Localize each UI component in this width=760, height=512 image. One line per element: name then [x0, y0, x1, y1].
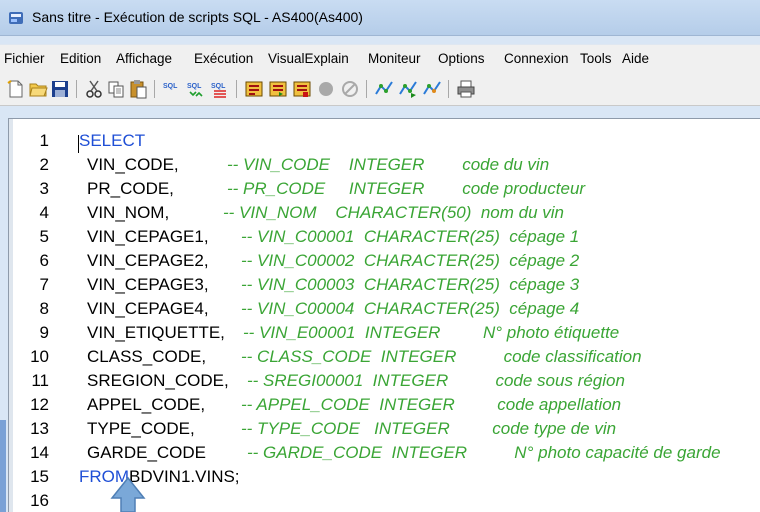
window-edge [0, 420, 6, 512]
line-number: 14 [30, 443, 49, 462]
open-icon[interactable] [28, 79, 48, 99]
sql-comment: -- VIN_E00001 INTEGER N° photo étiquette [243, 323, 620, 342]
menu-fichier[interactable]: Fichier [4, 51, 45, 66]
copy-icon[interactable] [106, 79, 126, 99]
explain-run-icon[interactable] [268, 79, 288, 99]
column-identifier: CLASS_CODE, [87, 347, 207, 366]
line-number: 12 [30, 395, 49, 414]
column-identifier: VIN_NOM, [87, 203, 170, 222]
menu-connexion[interactable]: Connexion [504, 51, 569, 66]
toolbar-separator [154, 80, 155, 98]
sql-comment: -- VIN_C00003 CHARACTER(25) cépage 3 [241, 275, 580, 294]
toolbar-separator [76, 80, 77, 98]
column-identifier: SREGION_CODE, [87, 371, 229, 390]
toolbar: SQL SQL SQL [0, 72, 760, 106]
stop-icon[interactable] [316, 79, 336, 99]
sql-comment: -- VIN_NOM CHARACTER(50) nom du vin [223, 203, 565, 222]
line-number: 6 [39, 251, 49, 270]
line-number: 9 [39, 323, 49, 342]
new-icon[interactable] [6, 79, 26, 99]
menu-edition[interactable]: Edition [60, 51, 101, 66]
line-number: 7 [39, 275, 49, 294]
column-identifier: VIN_CODE, [87, 155, 179, 174]
menu-execution[interactable]: Exécution [194, 51, 253, 66]
sql-comment: -- TYPE_CODE INTEGER code type de vin [241, 419, 617, 438]
explain-icon[interactable] [244, 79, 264, 99]
cut-icon[interactable] [84, 79, 104, 99]
line-number: 10 [30, 347, 49, 366]
text-caret [78, 135, 79, 153]
keyword: SELECT [79, 131, 146, 150]
menu-bar: Fichier Edition Affichage Exécution Visu… [0, 44, 760, 72]
sql-label: SQL [211, 83, 226, 90]
sql-comment: -- VIN_CODE INTEGER code du vin [227, 155, 550, 174]
arrow-up-icon [110, 476, 146, 512]
run-sql-step-icon[interactable]: SQL [186, 79, 206, 99]
toolbar-separator [236, 80, 237, 98]
sql-editor[interactable]: 1 SELECT 2 VIN_CODE, -- VIN_CODE INTEGER… [8, 118, 760, 512]
menu-moniteur[interactable]: Moniteur [368, 51, 421, 66]
column-identifier: TYPE_CODE, [87, 419, 195, 438]
sql-comment: -- CLASS_CODE INTEGER code classificatio… [241, 347, 642, 366]
sql-script-window: Sans titre - Exécution de scripts SQL - … [0, 0, 760, 512]
sql-comment: -- VIN_C00004 CHARACTER(25) cépage 4 [241, 299, 580, 318]
sql-comment: -- PR_CODE INTEGER code producteur [227, 179, 586, 198]
paste-icon[interactable] [128, 79, 148, 99]
line-number: 8 [39, 299, 49, 318]
visual-explain-icon[interactable] [374, 79, 394, 99]
line-number: 5 [39, 227, 49, 246]
column-identifier: VIN_CEPAGE4, [87, 299, 209, 318]
sql-comment: -- SREGI00001 INTEGER code sous région [247, 371, 625, 390]
run-sql-all-icon[interactable]: SQL [210, 79, 230, 99]
title-bar[interactable]: Sans titre - Exécution de scripts SQL - … [0, 0, 760, 36]
toolbar-separator [366, 80, 367, 98]
line-number: 13 [30, 419, 49, 438]
sql-comment: -- VIN_C00002 CHARACTER(25) cépage 2 [241, 251, 580, 270]
save-icon[interactable] [50, 79, 70, 99]
line-number: 11 [31, 371, 49, 390]
column-identifier: VIN_ETIQUETTE, [87, 323, 225, 342]
explain-stop-icon[interactable] [292, 79, 312, 99]
toolbar-separator [448, 80, 449, 98]
visual-explain-last-icon[interactable] [422, 79, 442, 99]
menu-aide[interactable]: Aide [622, 51, 649, 66]
line-number: 4 [39, 203, 49, 222]
sql-label: SQL [163, 83, 178, 90]
column-identifier: PR_CODE, [87, 179, 174, 198]
sql-comment: -- VIN_C00001 CHARACTER(25) cépage 1 [241, 227, 580, 246]
app-icon [8, 10, 24, 26]
line-number: 16 [30, 491, 49, 510]
window-title: Sans titre - Exécution de scripts SQL - … [32, 9, 363, 25]
column-identifier: APPEL_CODE, [87, 395, 206, 414]
line-number: 2 [39, 155, 49, 174]
cancel-icon[interactable] [340, 79, 360, 99]
menu-options[interactable]: Options [438, 51, 485, 66]
line-number: 3 [39, 179, 49, 198]
run-sql-icon[interactable]: SQL [162, 79, 182, 99]
menu-tools[interactable]: Tools [580, 51, 612, 66]
line-number: 1 [39, 131, 49, 150]
column-identifier: VIN_CEPAGE2, [87, 251, 209, 270]
column-identifier: VIN_CEPAGE1, [87, 227, 209, 246]
sql-comment: -- GARDE_CODE INTEGER N° photo capacité … [247, 443, 721, 462]
sql-comment: -- APPEL_CODE INTEGER code appellation [241, 395, 622, 414]
sql-label: SQL [187, 83, 202, 90]
menu-affichage[interactable]: Affichage [116, 51, 172, 66]
column-identifier: VIN_CEPAGE3, [87, 275, 209, 294]
visual-explain-run-icon[interactable] [398, 79, 418, 99]
column-identifier: GARDE_CODE [87, 443, 207, 462]
line-number: 15 [30, 467, 49, 486]
print-icon[interactable] [456, 79, 476, 99]
menu-visualexplain[interactable]: VisualExplain [268, 51, 349, 66]
